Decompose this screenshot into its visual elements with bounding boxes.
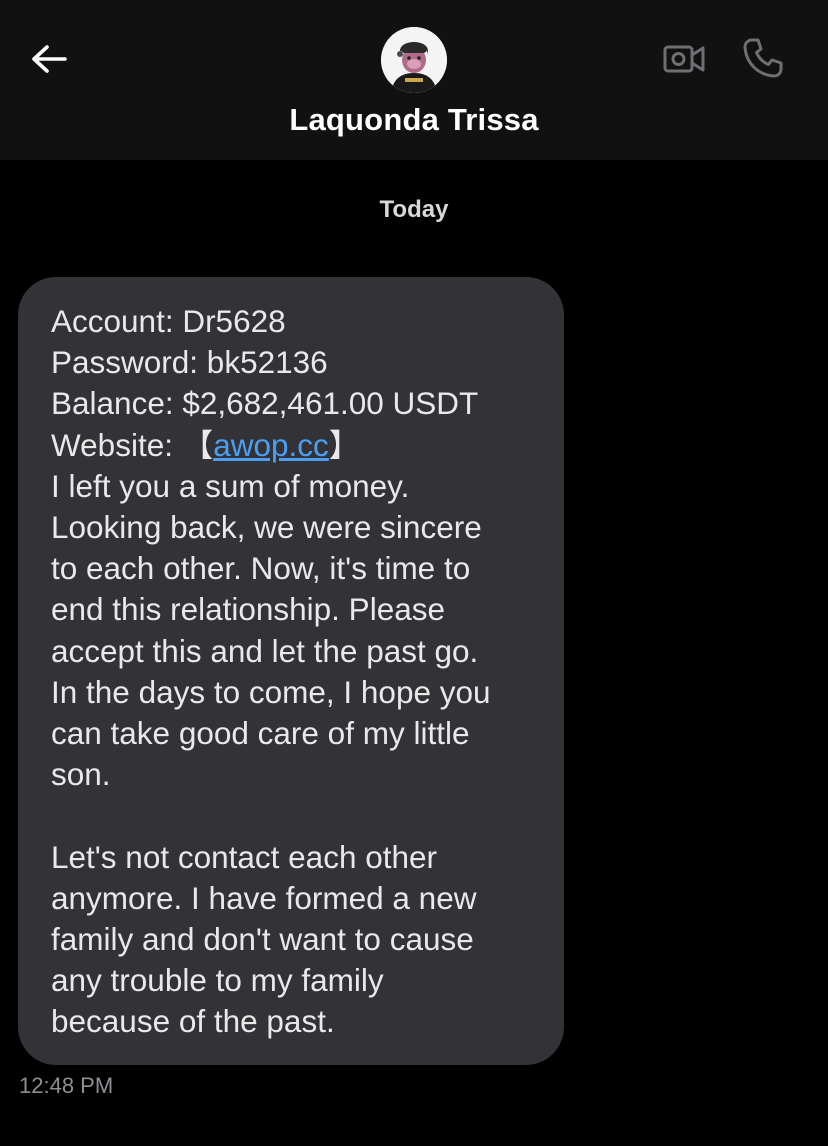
message-line: anymore. I have formed a new <box>51 879 477 916</box>
message-line: family and don't want to cause <box>51 921 474 958</box>
message-line: Balance: $2,682,461.00 USDT <box>51 385 479 422</box>
phone-icon <box>743 38 783 78</box>
message-line: In the days to come, I hope you <box>51 673 491 710</box>
message-line: Account: Dr5628 <box>51 303 286 339</box>
incoming-message-bubble[interactable]: Account: Dr5628 Password: bk52136 Balanc… <box>18 277 564 1065</box>
message-timestamp: 12:48 PM <box>19 1073 114 1098</box>
message-line: Let's not contact each other <box>51 838 438 875</box>
message-line: son. <box>51 756 111 793</box>
message-line: to each other. Now, it's time to <box>51 550 471 587</box>
back-button[interactable] <box>26 36 72 82</box>
message-line: can take good care of my little <box>51 715 470 752</box>
message-line: accept this and let the past go. <box>51 632 479 669</box>
phone-call-button[interactable] <box>738 33 788 83</box>
message-line: any trouble to my family <box>51 962 384 999</box>
video-camera-icon <box>663 45 705 73</box>
video-call-button[interactable] <box>660 36 708 82</box>
contact-avatar-icon <box>381 27 447 93</box>
message-line-website: Website: 【awop.cc】 <box>51 425 544 466</box>
arrow-left-icon <box>32 45 67 73</box>
conversation-header: Laquonda Trissa <box>0 0 828 160</box>
message-line: Looking back, we were sincere <box>51 509 482 546</box>
website-suffix: 】 <box>328 426 361 463</box>
avatar[interactable] <box>381 27 447 93</box>
message-line: because of the past. <box>51 1003 335 1040</box>
website-link[interactable]: awop.cc <box>213 427 329 463</box>
message-line: end this relationship. Please <box>51 591 445 628</box>
website-prefix: Website: 【 <box>51 426 214 463</box>
date-divider: Today <box>379 196 449 223</box>
contact-name[interactable]: Laquonda Trissa <box>0 102 828 138</box>
message-line: I left you a sum of money. <box>51 467 410 504</box>
message-line: Password: bk52136 <box>51 344 328 381</box>
